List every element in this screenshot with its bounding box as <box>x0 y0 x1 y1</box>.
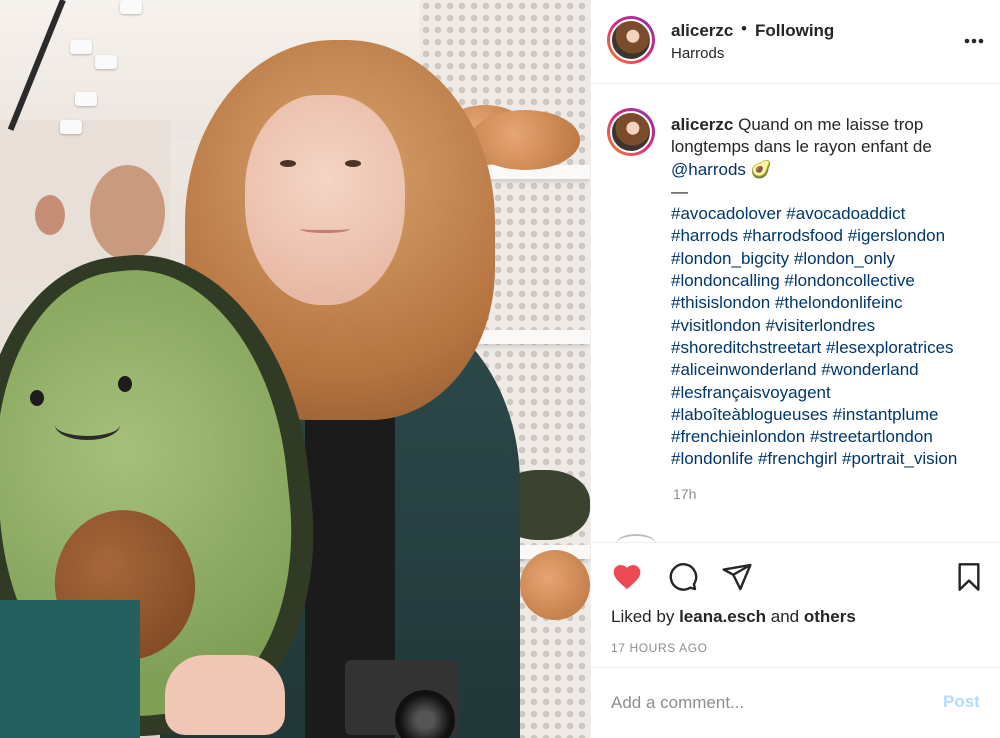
photo-eye <box>280 160 296 167</box>
hashtag-line[interactable]: #avocadolover #avocadoaddict <box>671 203 991 225</box>
liked-by-user[interactable]: leana.esch <box>679 607 766 626</box>
caption-timestamp[interactable]: 17h <box>673 486 696 502</box>
avatar-image <box>610 111 652 153</box>
post-time-ago[interactable]: 17 HOURS AGO <box>611 641 708 655</box>
caption-mention[interactable]: @harrods <box>671 160 746 179</box>
photo-spotlight <box>60 120 82 134</box>
hashtag-line[interactable]: #thisislondon #thelondonlifeinc <box>671 292 991 314</box>
hashtag-line[interactable]: #frenchieinlondon #streetartlondon <box>671 426 991 448</box>
photo-spotlight <box>75 92 97 106</box>
post-photo[interactable] <box>0 0 590 738</box>
hashtag-line[interactable]: #london_bigcity #london_only <box>671 248 991 270</box>
photo-smile <box>300 225 350 233</box>
photo-spotlight <box>95 55 117 69</box>
header-separator: • <box>741 19 747 38</box>
author-username[interactable]: alicerzc <box>671 21 733 41</box>
avocado-emoji: 🥑 <box>750 159 772 179</box>
avatar-image <box>610 19 652 61</box>
photo-avocado-smile <box>55 410 120 440</box>
hashtag-line[interactable]: #laboîteàblogueuses #instantplume <box>671 404 991 426</box>
hashtag-line[interactable]: #londoncalling #londoncollective <box>671 270 991 292</box>
share-icon[interactable] <box>721 561 755 595</box>
hashtag-list: #avocadolover #avocadoaddict #harrods #h… <box>671 203 991 471</box>
comment-icon[interactable] <box>667 561 701 595</box>
photo-plush-bread <box>520 550 590 620</box>
photo-avocado-eye <box>118 376 132 392</box>
hashtag-line[interactable]: #lesfrançaisvoyagent <box>671 382 991 404</box>
photo-avocado-eye <box>30 390 44 406</box>
photo-eye <box>345 160 361 167</box>
hashtag-line[interactable]: #londonlife #frenchgirl #portrait_vision <box>671 448 991 470</box>
bookmark-icon[interactable] <box>953 561 987 595</box>
photo-bystander <box>90 165 165 260</box>
liked-by-prefix: Liked by <box>611 607 675 626</box>
caption-author-avatar[interactable] <box>607 108 655 156</box>
heart-filled-icon[interactable] <box>611 561 645 595</box>
hashtag-line[interactable]: #aliceinwonderland #wonderland <box>671 359 991 381</box>
action-bar: Liked by leana.esch and others 17 HOURS … <box>591 542 1000 668</box>
next-comment-peek <box>616 534 656 542</box>
photo-bystander <box>35 195 65 235</box>
more-options-icon[interactable] <box>961 28 987 54</box>
post-comment-button[interactable]: Post <box>943 692 980 712</box>
caption-section: alicerzc Quand on me laisse trop longtem… <box>591 84 1000 542</box>
liked-by-summary: Liked by leana.esch and others <box>611 607 856 627</box>
caption-username[interactable]: alicerzc <box>671 115 733 134</box>
photo-hand <box>165 655 285 735</box>
photo-spotlight <box>120 0 142 14</box>
photo-spotlight <box>70 40 92 54</box>
photo-sleeve <box>0 600 140 738</box>
post-location[interactable]: Harrods <box>671 45 724 62</box>
author-avatar[interactable] <box>607 16 655 64</box>
comment-bar: Post <box>591 668 1000 738</box>
caption-text: alicerzc Quand on me laisse trop longtem… <box>671 114 991 471</box>
post-header: alicerzc • Following Harrods <box>591 0 1000 84</box>
caption-divider: — <box>671 181 688 201</box>
liked-by-others[interactable]: others <box>804 607 856 626</box>
photo-face <box>245 95 405 305</box>
hashtag-line[interactable]: #shoreditchstreetart #lesexploratrices <box>671 337 991 359</box>
hashtag-line[interactable]: #visitlondon #visiterlondres <box>671 315 991 337</box>
post-sidebar: alicerzc • Following Harrods alicerzc Qu… <box>590 0 1000 738</box>
liked-by-and: and <box>770 607 800 626</box>
following-button[interactable]: Following <box>755 21 834 41</box>
comment-input[interactable] <box>611 690 931 716</box>
hashtag-line[interactable]: #harrods #harrodsfood #igerslondon <box>671 225 991 247</box>
